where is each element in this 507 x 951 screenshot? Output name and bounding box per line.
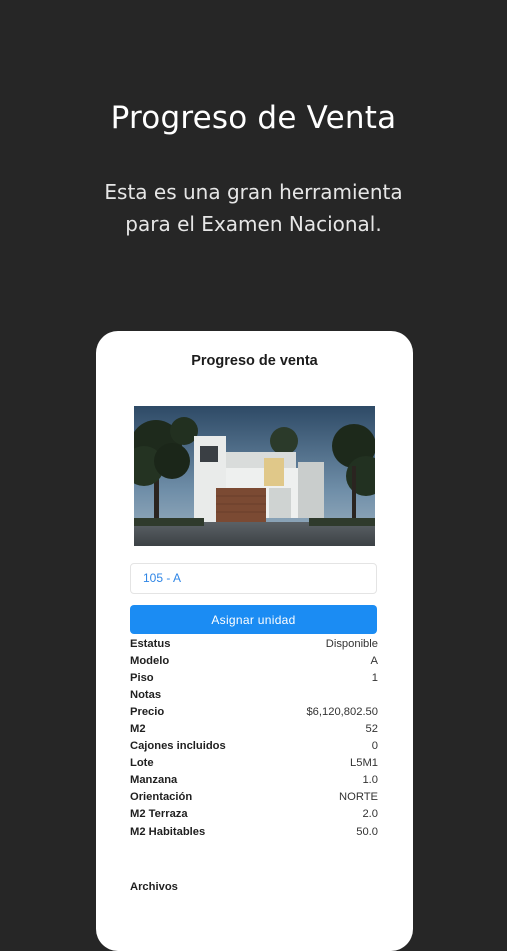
detail-row: M2 Terraza 2.0 <box>130 806 378 823</box>
detail-value: 1 <box>371 671 378 684</box>
promo-subtitle: Esta es una gran herramienta para el Exa… <box>104 180 403 236</box>
detail-row: Orientación NORTE <box>130 789 378 806</box>
unit-details-list: Estatus Disponible Modelo A Piso 1 Notas Precio… <box>130 635 378 840</box>
detail-label: Manzana <box>130 774 178 787</box>
files-label: Archivos <box>130 881 178 893</box>
detail-value: A <box>370 654 378 667</box>
detail-value: 0 <box>371 740 378 753</box>
detail-label: M2 <box>130 723 146 736</box>
house-photo <box>134 406 375 546</box>
detail-value: 2.0 <box>362 808 378 821</box>
phone-screen-card: Progreso de venta 105 - A Asignar unidad… <box>96 331 413 951</box>
promo-title: Progreso de Venta <box>110 100 397 136</box>
detail-value: L5M1 <box>350 757 378 770</box>
detail-row: Notas <box>130 686 378 703</box>
detail-value: 52 <box>365 723 378 736</box>
detail-value: NORTE <box>339 791 378 804</box>
detail-row: M2 Habitables 50.0 <box>130 823 378 840</box>
detail-label: M2 Terraza <box>130 808 188 821</box>
detail-row: Precio $6,120,802.50 <box>130 703 378 720</box>
detail-value: 1.0 <box>362 774 378 787</box>
screen-title: Progreso de venta <box>191 353 318 369</box>
detail-row: Estatus Disponible <box>130 635 378 652</box>
detail-value: 50.0 <box>356 825 378 838</box>
detail-row: Modelo A <box>130 652 378 669</box>
detail-label: Modelo <box>130 654 170 667</box>
detail-label: Estatus <box>130 637 171 650</box>
detail-label: M2 Habitables <box>130 825 206 838</box>
detail-value: $6,120,802.50 <box>306 705 378 718</box>
detail-value: Disponible <box>325 637 378 650</box>
detail-label: Piso <box>130 671 154 684</box>
detail-label: Precio <box>130 705 165 718</box>
detail-label: Notas <box>130 688 162 701</box>
assign-unit-button[interactable]: Asignar unidad <box>130 605 377 634</box>
detail-label: Orientación <box>130 791 193 804</box>
detail-row: Manzana 1.0 <box>130 772 378 789</box>
detail-row: Cajones incluidos 0 <box>130 738 378 755</box>
detail-label: Lote <box>130 757 154 770</box>
detail-row: Lote L5M1 <box>130 755 378 772</box>
unit-selector-input[interactable]: 105 - A <box>130 563 377 594</box>
detail-label: Cajones incluidos <box>130 740 226 753</box>
detail-row: Piso 1 <box>130 669 378 686</box>
detail-row: M2 52 <box>130 720 378 737</box>
